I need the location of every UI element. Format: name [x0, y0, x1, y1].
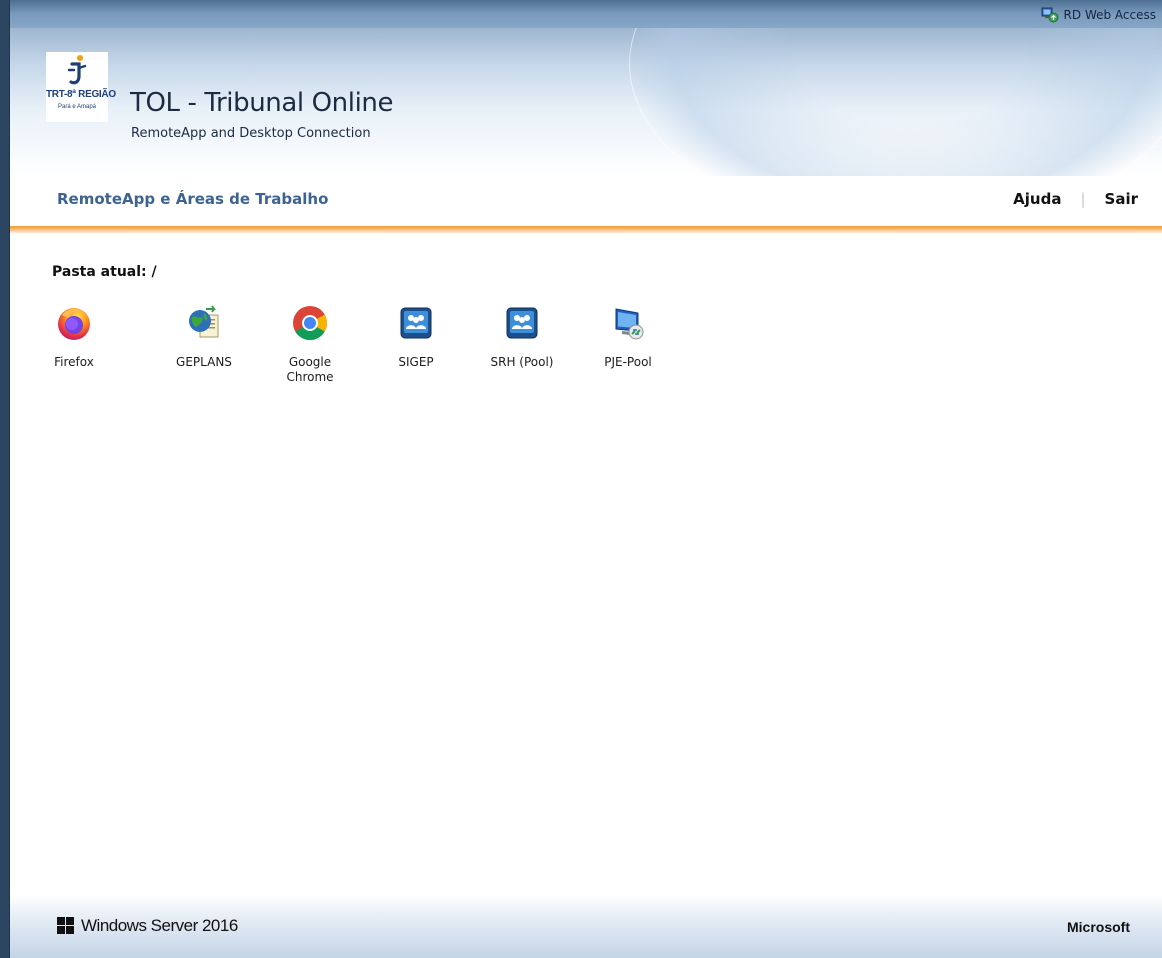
logo-region-text: TRT-8ª REGIÃO	[46, 89, 116, 100]
trt-logo-figure-icon	[67, 55, 87, 85]
app-label: GEPLANS	[176, 355, 232, 369]
footer: Windows Server 2016 Microsoft	[9, 894, 1162, 958]
rd-web-access-icon	[1041, 7, 1059, 23]
remote-desktop-icon	[610, 305, 646, 341]
rd-web-access-label: RD Web Access	[1063, 8, 1156, 22]
sigep-icon	[398, 305, 434, 341]
nav-bar: RemoteApp e Áreas de Trabalho Ajuda | Sa…	[9, 176, 1162, 226]
left-frame-border	[9, 0, 10, 958]
nav-separator: |	[1080, 190, 1086, 208]
geplans-icon	[186, 305, 222, 341]
site-subtitle: RemoteApp and Desktop Connection	[131, 126, 371, 141]
logout-link[interactable]: Sair	[1105, 190, 1138, 208]
trt-logo: TRT-8ª REGIÃO Pará e Amapá	[46, 52, 116, 122]
firefox-icon	[56, 305, 92, 341]
app-label: PJE-Pool	[604, 355, 652, 369]
chrome-icon	[292, 305, 328, 341]
tab-remoteapp[interactable]: RemoteApp e Áreas de Trabalho	[57, 190, 328, 208]
windows-server-label: Windows Server 2016	[81, 916, 238, 935]
app-list: Firefox GEPLANS Google Chrome SIGEP SRH …	[46, 305, 682, 405]
srh-pool-icon	[504, 305, 540, 341]
app-label: Google Chrome	[286, 355, 334, 384]
app-geplans[interactable]: GEPLANS	[152, 305, 256, 405]
globe-decoration	[629, 28, 1162, 176]
windows-server-brand: Windows Server 2016	[57, 916, 238, 936]
app-google-chrome[interactable]: Google Chrome	[258, 305, 362, 405]
app-label: SRH (Pool)	[490, 355, 554, 369]
app-label: Firefox	[54, 355, 94, 369]
windows-logo-icon	[57, 917, 75, 935]
top-strip: RD Web Access	[9, 0, 1162, 28]
site-title: TOL - Tribunal Online	[130, 88, 394, 118]
rd-web-access-link[interactable]: RD Web Access	[1041, 6, 1156, 24]
app-pje-pool[interactable]: PJE-Pool	[576, 305, 680, 405]
current-folder-label: Pasta atual: /	[52, 264, 157, 280]
app-sigep[interactable]: SIGEP	[364, 305, 468, 405]
nav-links: Ajuda | Sair	[1013, 190, 1138, 208]
microsoft-brand: Microsoft	[1067, 919, 1130, 935]
orange-divider	[9, 226, 1162, 234]
app-firefox[interactable]: Firefox	[46, 305, 102, 405]
app-label: SIGEP	[398, 355, 434, 369]
app-srh-pool[interactable]: SRH (Pool)	[470, 305, 574, 405]
logo-subtext: Pará e Amapá	[57, 104, 97, 110]
help-link[interactable]: Ajuda	[1013, 190, 1061, 208]
